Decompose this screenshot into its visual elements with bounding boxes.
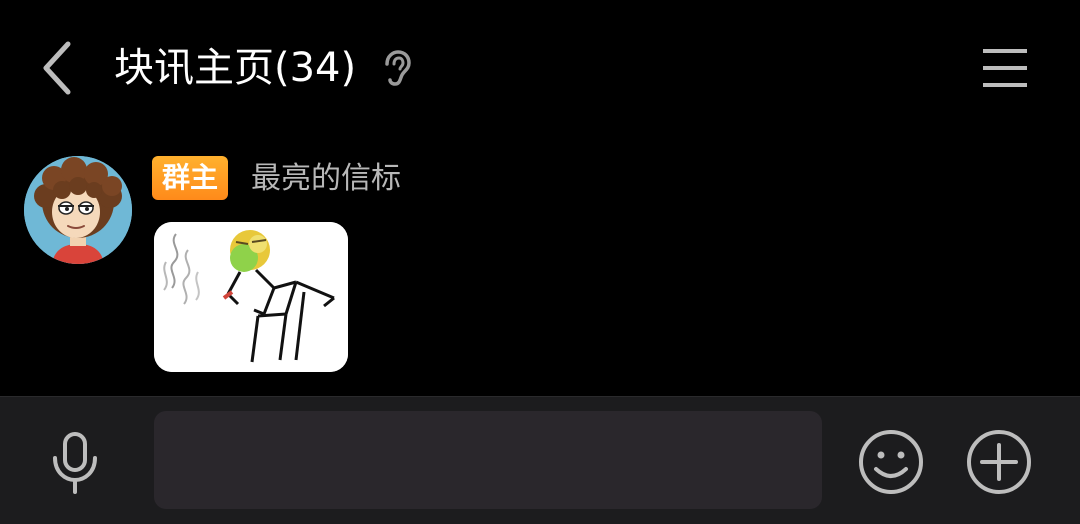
chat-message: 群主 最亮的信标 [0, 150, 1080, 390]
voice-button[interactable] [40, 425, 110, 499]
sender-name[interactable]: 最亮的信标 [251, 156, 401, 202]
message-input[interactable] [154, 411, 822, 509]
hamburger-menu-icon [983, 49, 1027, 87]
chat-input-bar [0, 396, 1080, 524]
back-button[interactable] [28, 30, 88, 106]
sticker-image[interactable] [154, 222, 348, 372]
menu-button[interactable] [970, 38, 1040, 98]
chevron-left-icon [43, 41, 71, 95]
microphone-icon [53, 432, 97, 494]
ear-icon[interactable] [376, 48, 416, 88]
page-title: 块讯主页(34) [114, 45, 357, 91]
avatar[interactable] [24, 156, 132, 264]
plus-circle-icon[interactable] [964, 427, 1034, 497]
smiley-icon[interactable] [856, 427, 926, 497]
smoking-stick-figure-sticker [154, 222, 348, 372]
owner-badge: 群主 [152, 156, 229, 200]
chat-screen: 块讯主页(34) 群主 最亮的信标 [0, 0, 1080, 524]
chat-header: 块讯主页(34) [0, 0, 1080, 136]
cartoon-avatar-image [24, 156, 132, 264]
